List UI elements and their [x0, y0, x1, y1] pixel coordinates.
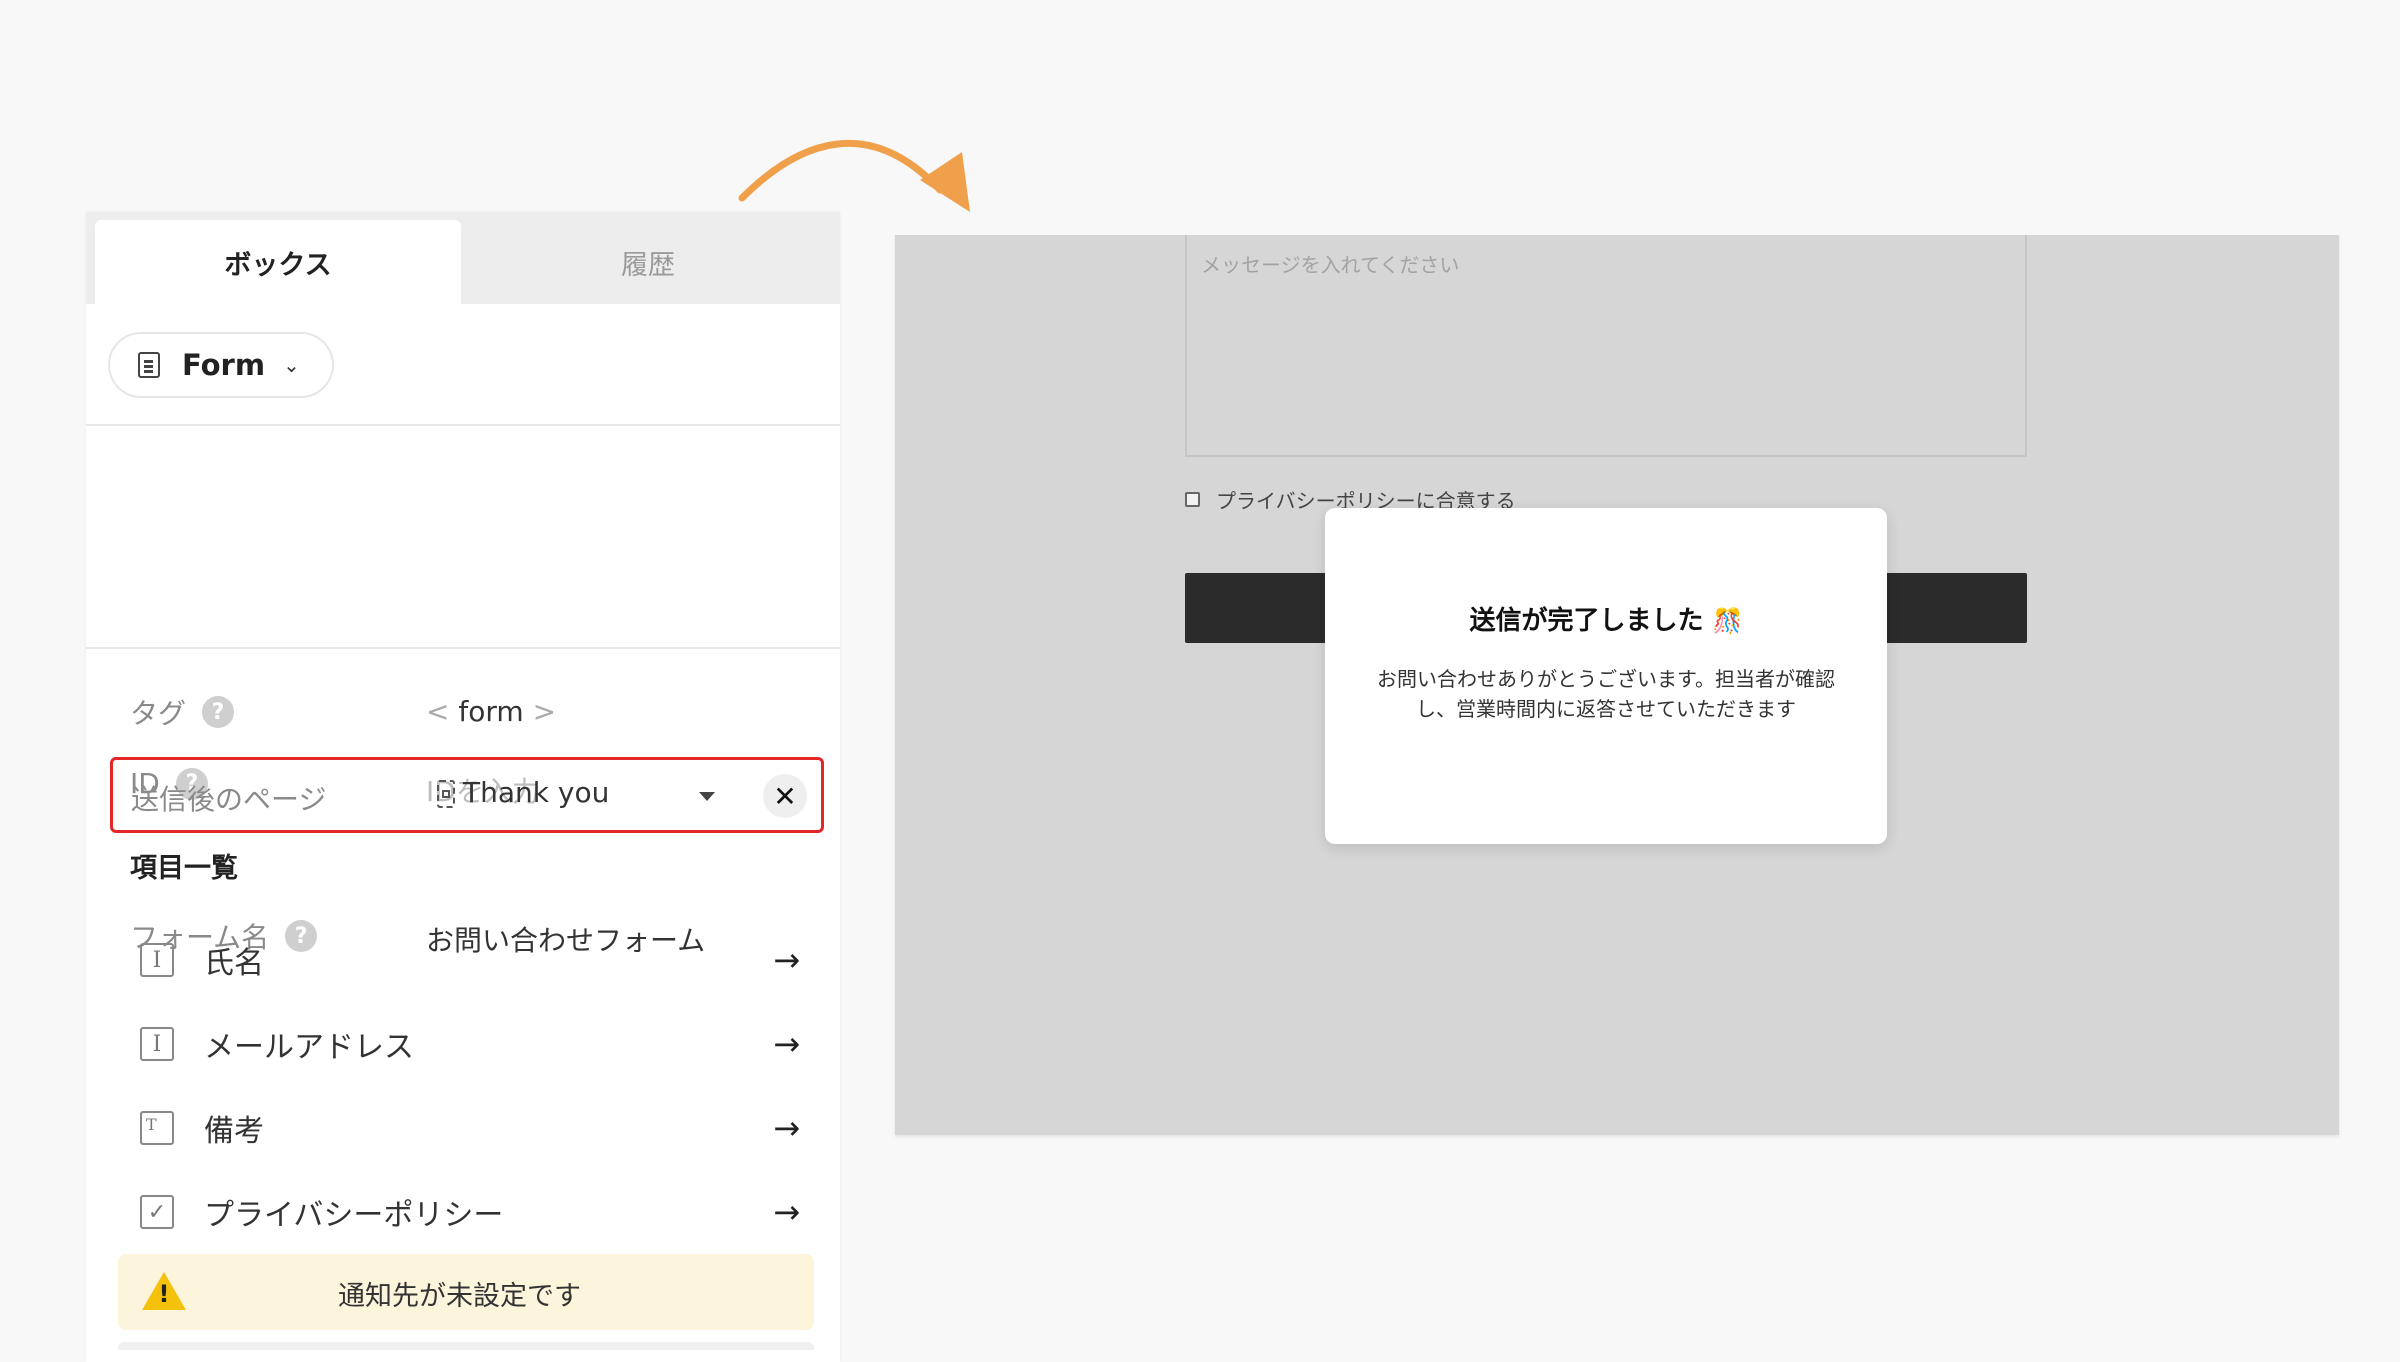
modal-message: お問い合わせありがとうございます。担当者が確認し、営業時間内に返答させていただき…: [1377, 667, 1835, 721]
form-icon: [138, 352, 160, 378]
tab-history[interactable]: 履歴: [465, 220, 831, 304]
checkbox-icon: ✓: [140, 1195, 174, 1229]
message-textarea[interactable]: メッセージを入れてください: [1185, 235, 2027, 457]
divider: [86, 424, 840, 426]
caret-down-icon[interactable]: [699, 792, 715, 801]
text-field-icon: I: [140, 1027, 174, 1061]
after-submit-page-label: 送信後のページ: [131, 783, 327, 816]
panel-bottom-edge: [118, 1342, 814, 1350]
arrow-right-icon: →: [773, 1109, 800, 1147]
list-item-email[interactable]: I メールアドレス →: [140, 1012, 830, 1076]
page-preview: メッセージを入れてください プライバシーポリシーに合意する 送信が完了しました …: [895, 235, 2339, 1135]
text-field-icon: I: [140, 943, 174, 977]
list-item-label: プライバシーポリシー: [204, 1198, 504, 1233]
list-item-label: 備考: [204, 1114, 264, 1149]
warning-text: 通知先が未設定です: [338, 1281, 581, 1312]
party-popper-icon: 🎊: [1712, 607, 1743, 635]
clear-icon[interactable]: ✕: [763, 774, 807, 818]
page-icon: [437, 780, 455, 808]
tag-value[interactable]: < form >: [426, 695, 556, 728]
after-submit-page-row: 送信後のページ Thank you ✕: [110, 757, 824, 833]
thank-you-modal: 送信が完了しました 🎊 お問い合わせありがとうございます。担当者が確認し、営業時…: [1325, 508, 1887, 844]
help-icon[interactable]: ?: [202, 696, 235, 728]
after-submit-page-select[interactable]: Thank you: [437, 776, 737, 809]
arrow-right-icon: →: [773, 941, 800, 979]
component-type-label: Form: [182, 348, 266, 382]
list-item-label: 氏名: [204, 946, 264, 981]
list-item-privacy[interactable]: ✓ プライバシーポリシー →: [140, 1180, 830, 1244]
panel-tabs: ボックス 履歴: [86, 212, 840, 304]
message-placeholder: メッセージを入れてください: [1201, 253, 1460, 277]
list-item-notes[interactable]: T 備考 →: [140, 1096, 830, 1160]
tag-close-bracket: >: [532, 695, 557, 728]
component-type-dropdown[interactable]: Form ⌄: [108, 332, 334, 398]
tag-name: form: [458, 695, 524, 728]
after-submit-page-value: Thank you: [463, 776, 610, 809]
arrow-right-icon: →: [773, 1193, 800, 1231]
items-section-title: 項目一覧: [130, 853, 238, 884]
tag-row-label: タグ ?: [130, 692, 235, 732]
divider: [86, 647, 840, 649]
modal-title-text: 送信が完了しました: [1469, 606, 1704, 636]
modal-title: 送信が完了しました 🎊: [1325, 600, 1887, 637]
arrow-right-icon: →: [773, 1025, 800, 1063]
warning-icon-mark: !: [158, 1280, 170, 1308]
textarea-icon: T: [140, 1111, 174, 1145]
chevron-down-icon: ⌄: [283, 353, 300, 377]
list-item-name[interactable]: I 氏名 →: [140, 928, 830, 992]
notification-warning: ! 通知先が未設定です: [118, 1254, 814, 1330]
tag-label: タグ: [130, 697, 187, 730]
tab-box[interactable]: ボックス: [95, 220, 461, 304]
tag-open-bracket: <: [426, 695, 450, 728]
list-item-label: メールアドレス: [204, 1030, 414, 1065]
checkbox-icon[interactable]: [1185, 492, 1200, 507]
